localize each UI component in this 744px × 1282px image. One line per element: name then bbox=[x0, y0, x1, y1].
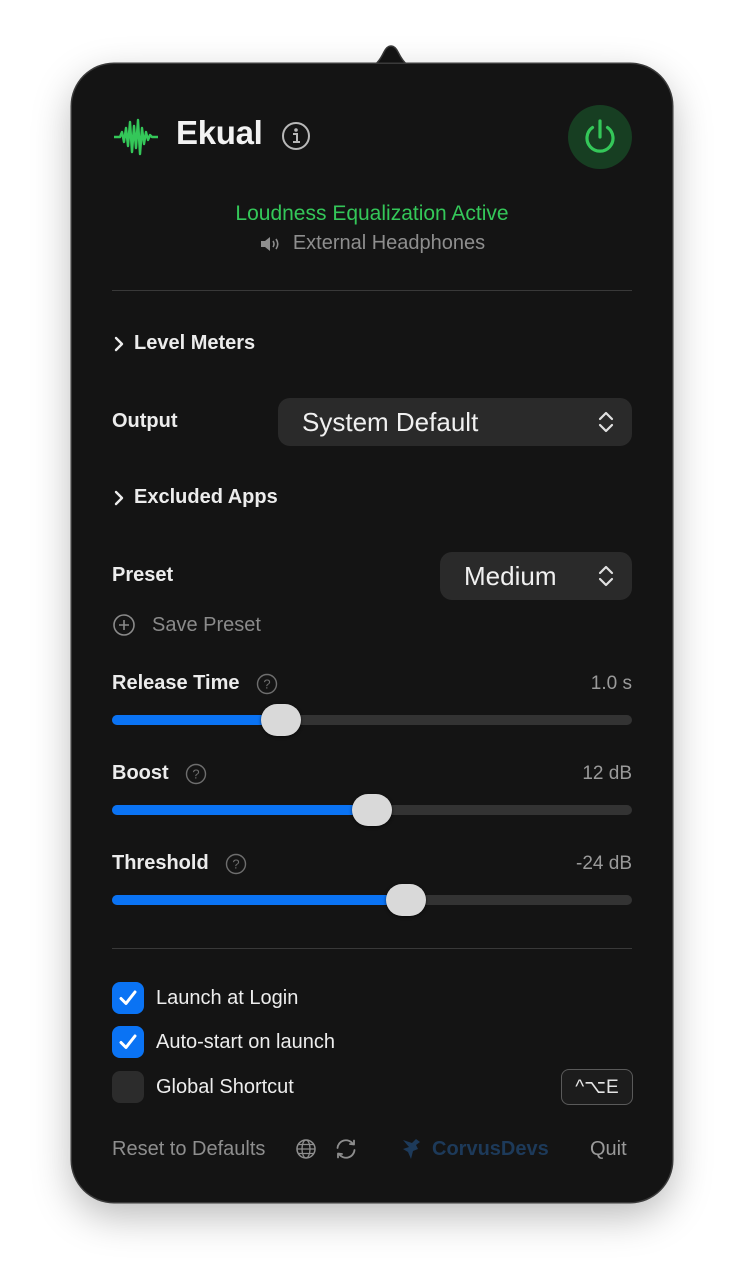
auto-start-row[interactable]: Auto-start on launch bbox=[112, 1026, 335, 1058]
preset-select[interactable]: Medium bbox=[440, 552, 632, 600]
corvusdevs-link[interactable]: CorvusDevs bbox=[400, 1136, 549, 1162]
chevron-updown-icon bbox=[598, 411, 614, 433]
refresh-icon[interactable] bbox=[333, 1136, 359, 1162]
level-meters-label: Level Meters bbox=[134, 332, 256, 354]
launch-at-login-row[interactable]: Launch at Login bbox=[112, 982, 298, 1014]
boost-value: 12 dB bbox=[582, 763, 632, 784]
auto-start-label: Auto-start on launch bbox=[156, 1030, 335, 1053]
launch-at-login-checkbox[interactable] bbox=[112, 982, 144, 1014]
shortcut-recorder-button[interactable]: ^⌥E bbox=[561, 1069, 633, 1105]
slider-fill bbox=[112, 895, 406, 905]
save-preset-button[interactable]: Save Preset bbox=[112, 613, 261, 637]
release-time-row: Release Time ? bbox=[112, 672, 278, 695]
boost-label: Boost bbox=[112, 762, 169, 784]
save-preset-label: Save Preset bbox=[152, 613, 261, 636]
global-shortcut-label: Global Shortcut bbox=[156, 1075, 294, 1098]
output-select[interactable]: System Default bbox=[278, 398, 632, 446]
slider-thumb[interactable] bbox=[261, 704, 301, 736]
slider-thumb[interactable] bbox=[352, 794, 392, 826]
help-icon[interactable]: ? bbox=[185, 763, 207, 785]
power-icon bbox=[585, 119, 615, 153]
divider bbox=[112, 290, 632, 291]
preset-label: Preset bbox=[112, 564, 174, 586]
svg-text:?: ? bbox=[232, 856, 239, 871]
output-label: Output bbox=[112, 410, 178, 432]
status-text: Loudness Equalization Active bbox=[235, 202, 509, 225]
excluded-apps-disclosure[interactable]: Excluded Apps bbox=[112, 486, 278, 509]
global-shortcut-row[interactable]: Global Shortcut bbox=[112, 1071, 294, 1103]
help-icon[interactable]: ? bbox=[225, 853, 247, 875]
info-icon[interactable] bbox=[281, 121, 311, 151]
checkmark-icon bbox=[119, 1034, 137, 1049]
slider-thumb[interactable] bbox=[385, 884, 426, 916]
release-time-value: 1.0 s bbox=[590, 673, 632, 694]
chevron-right-icon bbox=[114, 490, 124, 505]
plus-circle-icon bbox=[113, 614, 135, 636]
quit-button[interactable]: Quit bbox=[590, 1138, 627, 1161]
output-selected-value: System Default bbox=[302, 406, 479, 437]
waveform-logo-icon bbox=[114, 118, 158, 156]
release-time-label: Release Time bbox=[112, 672, 240, 694]
globe-icon[interactable] bbox=[295, 1138, 317, 1160]
chevron-updown-icon bbox=[598, 565, 614, 587]
excluded-apps-label: Excluded Apps bbox=[134, 486, 278, 508]
device-name: External Headphones bbox=[292, 232, 486, 254]
preset-selected-value: Medium bbox=[464, 560, 557, 591]
threshold-label: Threshold bbox=[112, 852, 209, 874]
threshold-row: Threshold ? bbox=[112, 852, 247, 875]
boost-slider[interactable] bbox=[112, 794, 632, 826]
release-time-slider[interactable] bbox=[112, 704, 632, 736]
chevron-right-icon bbox=[114, 336, 124, 351]
level-meters-disclosure[interactable]: Level Meters bbox=[112, 332, 255, 355]
threshold-value: -24 dB bbox=[576, 853, 632, 874]
divider bbox=[112, 948, 632, 949]
checkmark-icon bbox=[119, 990, 137, 1005]
global-shortcut-checkbox[interactable] bbox=[112, 1071, 144, 1103]
corvus-bird-icon bbox=[403, 1139, 420, 1159]
launch-at-login-label: Launch at Login bbox=[156, 986, 299, 1009]
threshold-slider[interactable] bbox=[112, 884, 632, 916]
app-title: Ekual bbox=[176, 114, 263, 151]
output-device-row: External Headphones bbox=[112, 232, 632, 255]
reset-to-defaults-button[interactable]: Reset to Defaults bbox=[112, 1138, 265, 1161]
speaker-icon bbox=[260, 236, 279, 251]
slider-fill bbox=[112, 715, 281, 725]
slider-fill bbox=[112, 805, 372, 815]
svg-text:?: ? bbox=[192, 766, 199, 781]
power-toggle-button[interactable] bbox=[568, 105, 632, 169]
auto-start-checkbox[interactable] bbox=[112, 1026, 144, 1058]
svg-text:?: ? bbox=[263, 676, 270, 691]
help-icon[interactable]: ? bbox=[256, 673, 278, 695]
brand-label: CorvusDevs bbox=[432, 1137, 549, 1160]
boost-row: Boost ? bbox=[112, 762, 207, 785]
